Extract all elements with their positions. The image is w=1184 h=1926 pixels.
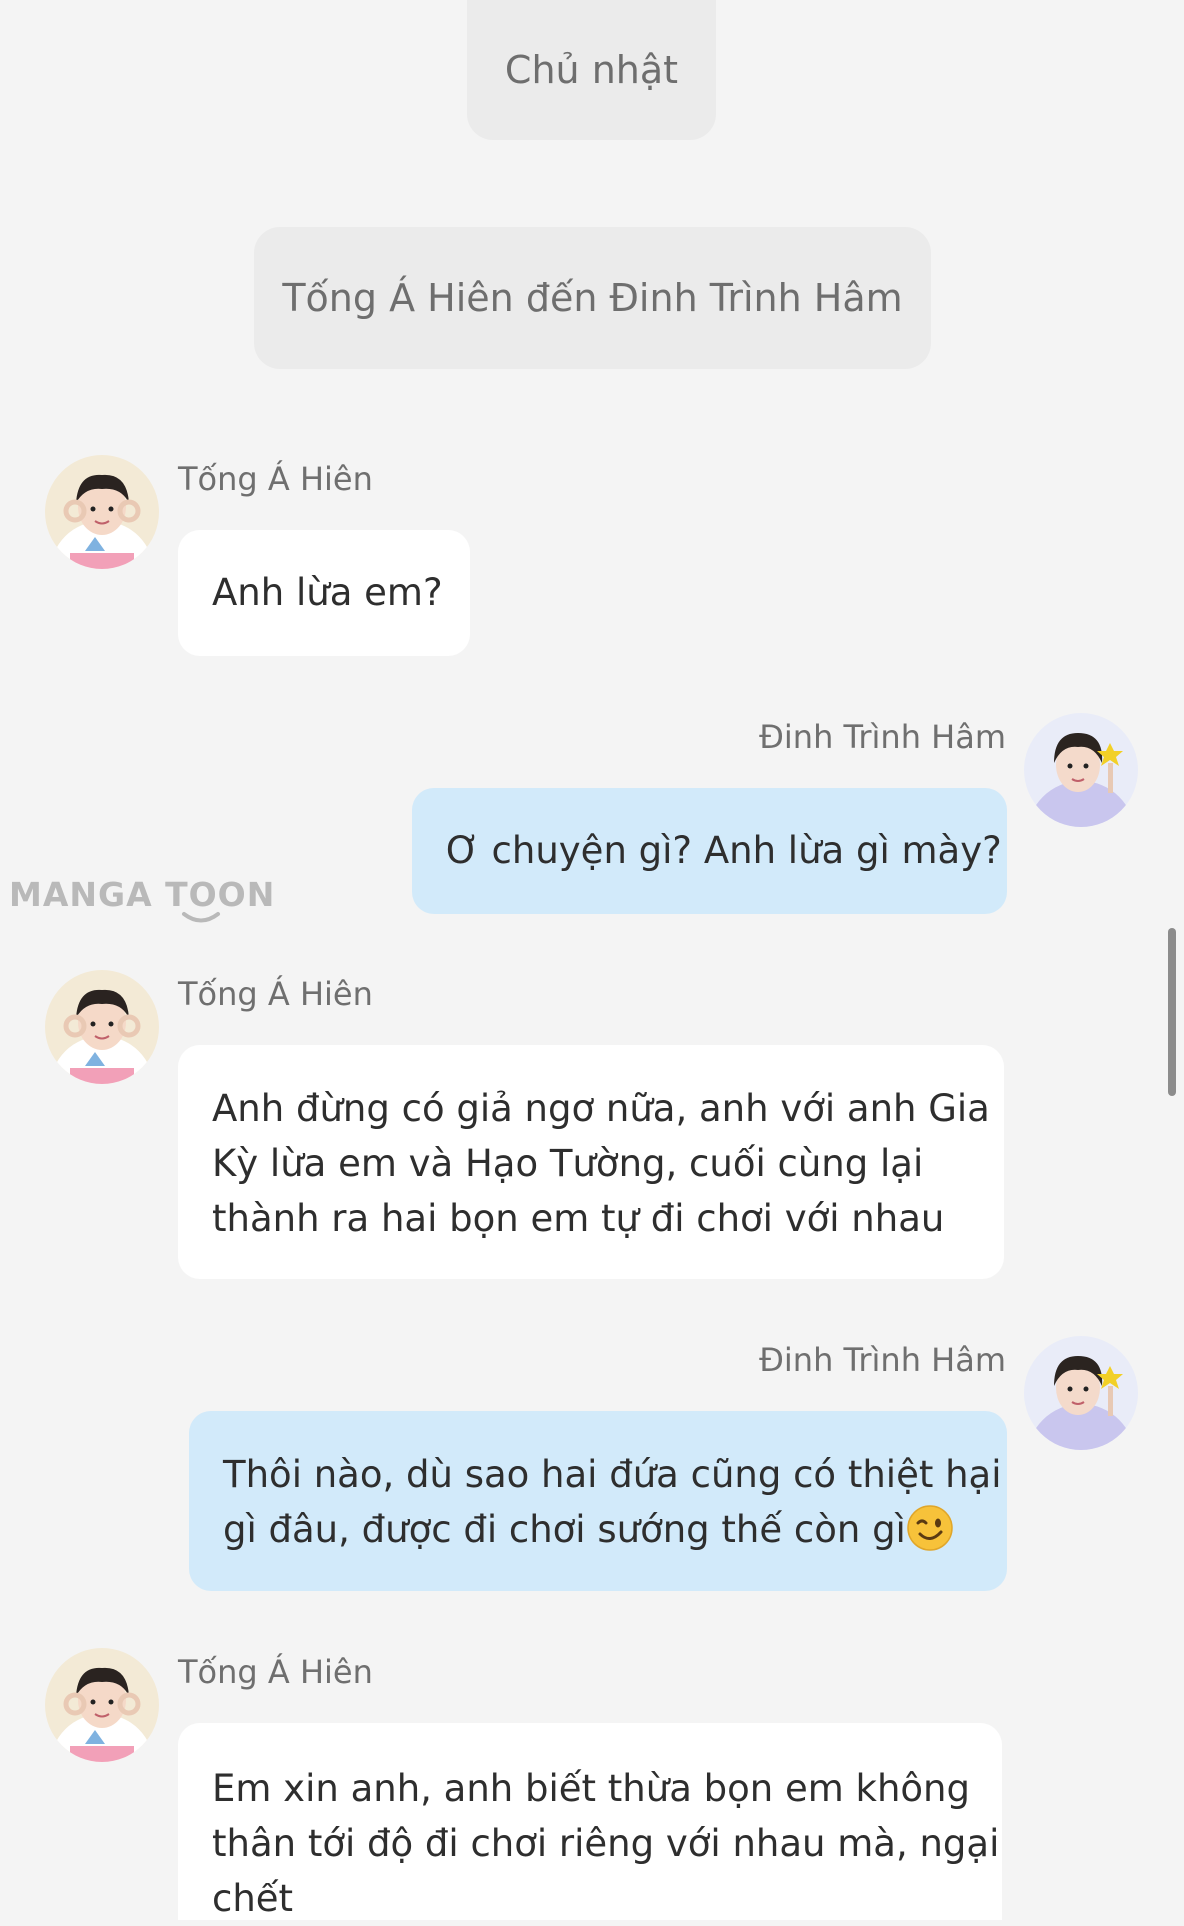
day-label: Chủ nhật [467,0,716,140]
sender-avatar[interactable] [45,970,159,1084]
message-bubble[interactable]: Ơ chuyện gì? Anh lừa gì mày? [412,788,1007,914]
sender-avatar[interactable] [1024,1336,1138,1450]
message-text: gì đâu, được đi chơi sướng thế còn gì [223,1508,906,1551]
message-text: Kỳ lừa em và Hạo Tường, cuối cùng lại [212,1142,924,1185]
conversation-label: Tống Á Hiên đến Đinh Trình Hâm [254,227,931,369]
winking-face-icon [907,1505,953,1551]
sender-name: Tống Á Hiên [178,1653,373,1691]
sender-name: Tống Á Hiên [178,975,373,1013]
message-text: Anh lừa em? [212,571,443,614]
message-text: thành ra hai bọn em tự đi chơi với nhau [212,1197,945,1240]
message-text: thân tới độ đi chơi riêng với nhau mà, n… [212,1822,1000,1865]
sender-avatar[interactable] [45,455,159,569]
watermark-logo: MANGA TOON [9,875,275,923]
message-bubble[interactable]: Thôi nào, dù sao hai đứa cũng có thiệt h… [189,1411,1007,1591]
message-text: Anh đừng có giả ngơ nữa, anh với anh Gia [212,1087,990,1130]
scrollbar[interactable] [1168,928,1176,1096]
sender-avatar[interactable] [1024,713,1138,827]
sender-name: Tống Á Hiên [178,460,373,498]
sender-name: Đinh Trình Hâm [759,718,1006,756]
message-text: Em xin anh, anh biết thừa bọn em không [212,1767,970,1810]
smile-icon [182,912,220,923]
sender-name: Đinh Trình Hâm [759,1341,1006,1379]
message-text: chết [212,1877,294,1920]
message-bubble[interactable]: Anh lừa em? [178,530,470,656]
message-bubble[interactable]: Em xin anh, anh biết thừa bọn em không t… [178,1723,1002,1920]
message-text: Thôi nào, dù sao hai đứa cũng có thiệt h… [223,1453,1002,1496]
message-text: Ơ chuyện gì? Anh lừa gì mày? [446,829,1002,872]
sender-avatar[interactable] [45,1648,159,1762]
message-bubble[interactable]: Anh đừng có giả ngơ nữa, anh với anh Gia… [178,1045,1004,1279]
